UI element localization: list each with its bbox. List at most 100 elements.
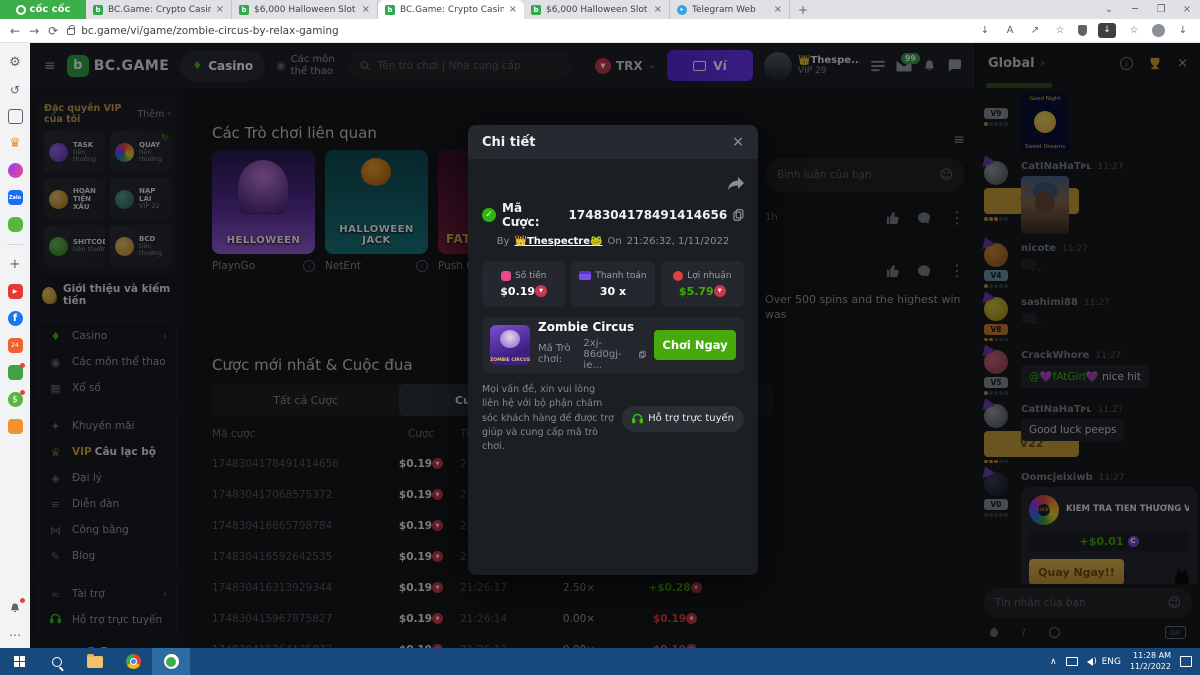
- avatar[interactable]: [984, 472, 1008, 496]
- chat-username[interactable]: CatINaHaTᴘʟ: [1021, 161, 1092, 172]
- referral-link[interactable]: Giới thiệu và kiếm tiền: [38, 274, 177, 314]
- bell-icon[interactable]: [923, 59, 936, 73]
- mail-icon[interactable]: 99: [896, 60, 912, 72]
- sidebar-item-live-support[interactable]: Hỗ trợ trực tuyến: [39, 607, 176, 633]
- tab-bcgame-2-active[interactable]: b BC.Game: Crypto Casino Gam ×: [378, 0, 524, 19]
- modal-close-icon[interactable]: ×: [732, 134, 744, 150]
- info-icon[interactable]: i: [303, 260, 315, 272]
- tab-search-icon[interactable]: ⌄: [1096, 4, 1122, 15]
- hamburger-icon[interactable]: ≡: [44, 58, 56, 74]
- avatar[interactable]: [984, 243, 1008, 267]
- history-icon[interactable]: [8, 82, 23, 97]
- game-card-helloween[interactable]: HELLOWEEN PlaynGo i: [212, 150, 315, 278]
- currency-selector[interactable]: TRX ⌄: [595, 58, 656, 74]
- tab-all-bets[interactable]: Tất cả Cược: [212, 384, 399, 416]
- url-text[interactable]: bc.game/vi/game/zombie-circus-by-relax-g…: [81, 25, 339, 37]
- tray-expand-icon[interactable]: ∧: [1050, 657, 1057, 667]
- live-support-button[interactable]: Hỗ trợ trực tuyến: [622, 406, 744, 432]
- forward-icon[interactable]: →: [29, 24, 39, 38]
- more-icon[interactable]: [8, 627, 23, 642]
- comment-bubble-icon[interactable]: [918, 265, 930, 277]
- chat-input[interactable]: [995, 597, 1161, 609]
- tab-casino[interactable]: ♦ Casino: [180, 51, 265, 81]
- extensions-icon[interactable]: ☆: [1127, 25, 1141, 36]
- reload-icon[interactable]: ⟳: [48, 24, 58, 38]
- tab-close-icon[interactable]: ×: [509, 4, 517, 15]
- comment-input[interactable]: [777, 169, 933, 181]
- bookmark-star-icon[interactable]: ☆: [1053, 25, 1067, 36]
- shopping-icon[interactable]: [8, 419, 23, 434]
- zalo-icon[interactable]: Zalo: [8, 190, 23, 205]
- gift-icon[interactable]: [8, 365, 23, 380]
- close-button[interactable]: ×: [1174, 4, 1200, 15]
- sidebar-item-casino[interactable]: ♦ Casino ›: [39, 323, 176, 349]
- touch-keyboard-icon[interactable]: [1066, 657, 1078, 666]
- vip-crown-icon[interactable]: [8, 136, 23, 151]
- copy-icon[interactable]: [639, 349, 646, 360]
- add-shortcut-icon[interactable]: [8, 257, 23, 272]
- browser-profile-avatar[interactable]: [1152, 24, 1165, 37]
- coin-drop-icon[interactable]: [1049, 627, 1060, 638]
- download-button[interactable]: ↓: [1098, 23, 1116, 38]
- taskbar-search[interactable]: [38, 648, 76, 675]
- reading-list-icon[interactable]: [8, 109, 23, 124]
- chat-username[interactable]: sashimi88: [1021, 297, 1078, 308]
- chat-username[interactable]: CrackWhore: [1021, 350, 1089, 361]
- vip-tile-shitcode[interactable]: SHITCODEtiền thưởng: [44, 225, 105, 267]
- game-card-halloween-jack[interactable]: HALLOWEEN JACK NetEnt i: [325, 150, 428, 278]
- thumbs-up-icon[interactable]: [886, 265, 899, 277]
- back-icon[interactable]: ←: [10, 24, 20, 38]
- chat-close-icon[interactable]: ×: [1177, 56, 1188, 71]
- new-tab-button[interactable]: +: [790, 0, 816, 19]
- sidebar-item-lottery[interactable]: ▦ Xổ số: [39, 375, 176, 401]
- search-input[interactable]: [377, 60, 560, 72]
- chat-username[interactable]: CatINaHaTᴘʟ: [1021, 404, 1092, 415]
- bettor-username[interactable]: 👑Thespectre🐸: [515, 236, 603, 247]
- vip-tile-bcd[interactable]: BCDtiền thưởng: [110, 225, 171, 267]
- bet-row[interactable]: 174830415764135872 $0.19 21:26:12 0.00× …: [212, 634, 774, 648]
- facebook-icon[interactable]: f: [8, 311, 23, 326]
- profile[interactable]: 👑Thespe... VIP 29: [764, 52, 860, 80]
- game-thumbnail[interactable]: HALLOWEEN JACK: [325, 150, 428, 254]
- save-page-icon[interactable]: ↓: [978, 25, 992, 36]
- comment-input-row[interactable]: ☺: [765, 158, 965, 192]
- game-search[interactable]: [349, 51, 571, 80]
- games-icon[interactable]: [8, 217, 23, 232]
- share-icon[interactable]: [728, 177, 744, 191]
- chat-username[interactable]: nicote: [1021, 243, 1056, 254]
- chat-room-name[interactable]: Global: [988, 56, 1035, 71]
- tab-telegram[interactable]: ▸ Telegram Web ×: [670, 0, 790, 19]
- sidebar-item-forum[interactable]: ≡ Diễn đàn: [39, 491, 176, 517]
- play-now-button[interactable]: Chơi Ngay: [654, 330, 736, 360]
- sidebar-item-sponsorship[interactable]: ∞ Tài trợ ›: [39, 581, 176, 607]
- file-explorer[interactable]: [76, 648, 114, 675]
- rewards-icon[interactable]: $: [8, 392, 23, 407]
- translate-icon[interactable]: A: [1003, 25, 1017, 36]
- youtube-icon[interactable]: [8, 284, 23, 299]
- clock[interactable]: 11:28 AM 11/2/2022: [1130, 651, 1171, 672]
- address-bar[interactable]: bc.game/vi/game/zombie-circus-by-relax-g…: [67, 25, 969, 37]
- share-icon[interactable]: ↗: [1028, 25, 1042, 36]
- tab-close-icon[interactable]: ×: [216, 4, 224, 15]
- tab-sports[interactable]: ◉ Các môn thể thao: [276, 54, 338, 78]
- vip-more-link[interactable]: Thêm: [137, 109, 164, 120]
- tab-close-icon[interactable]: ×: [654, 4, 662, 15]
- comments-menu-icon[interactable]: ≡: [765, 132, 965, 148]
- adblock-shield-icon[interactable]: [1078, 25, 1087, 36]
- bet-row[interactable]: 174830415967875827 $0.19 21:26:14 0.00× …: [212, 603, 774, 634]
- chat-toggle-icon[interactable]: [947, 59, 961, 72]
- spin-now-button[interactable]: Quay Ngay!!: [1029, 559, 1124, 584]
- chat-rules-icon[interactable]: i: [1120, 57, 1133, 70]
- vip-tile-task[interactable]: TASKtiền thưởng: [44, 131, 105, 173]
- sidebar-item-fairness[interactable]: ⋈ Công bằng: [39, 517, 176, 543]
- notifications-bell-icon[interactable]: [8, 600, 23, 615]
- avatar[interactable]: [764, 52, 792, 80]
- chrome-app[interactable]: [114, 648, 152, 675]
- sidebar-item-affiliate[interactable]: ◈ Đại lý: [39, 465, 176, 491]
- start-button[interactable]: [0, 648, 38, 675]
- bcgame-logo[interactable]: b BC.GAME: [67, 55, 170, 77]
- emoji-icon[interactable]: ☺: [1167, 596, 1181, 611]
- tab-close-icon[interactable]: ×: [362, 4, 370, 15]
- downloads-tray-icon[interactable]: ↓: [1176, 25, 1190, 36]
- comment-bubble-icon[interactable]: [918, 212, 930, 224]
